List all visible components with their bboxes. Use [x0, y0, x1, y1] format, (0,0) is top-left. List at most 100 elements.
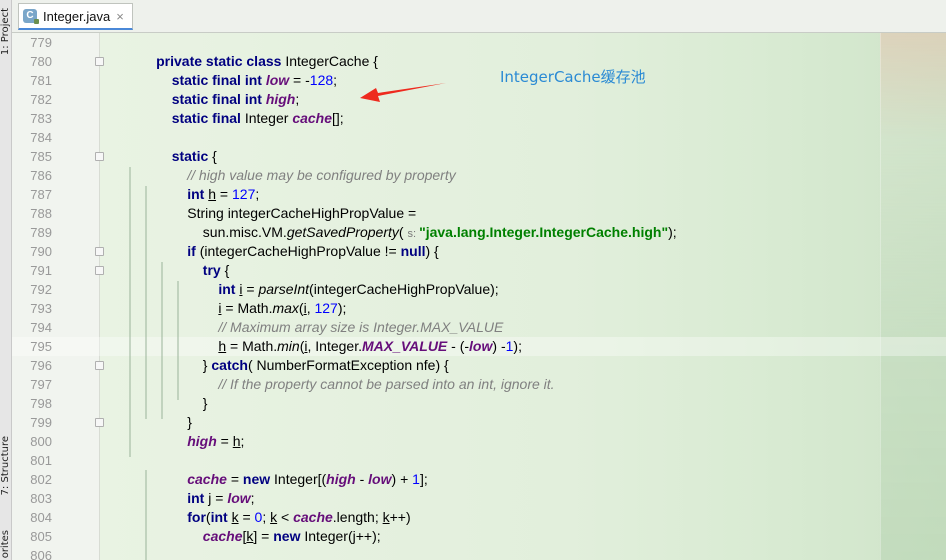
code-token: cache [202, 528, 243, 544]
code-token: cache [187, 471, 227, 487]
code-line[interactable]: 806 [12, 546, 946, 560]
code-token: { [224, 262, 230, 278]
code-line[interactable]: 779 [12, 33, 946, 52]
code-area[interactable]: 779 780 private static class IntegerCache… [12, 33, 946, 560]
code-token: Integer[( [274, 471, 327, 487]
code-line[interactable]: 804 for(int k = 0; k < cache.length; k++… [12, 508, 946, 527]
code-token: new [242, 471, 275, 487]
code-text: } catch( NumberFormatException nfe) { [125, 356, 449, 375]
code-token: 127 [314, 300, 338, 316]
code-text: static final Integer cache[]; [125, 109, 344, 128]
code-line[interactable]: 785 static { [12, 147, 946, 166]
line-number: 794 [30, 320, 52, 335]
code-line[interactable]: 791 try { [12, 261, 946, 280]
code-line[interactable]: 780 private static class IntegerCache { [12, 52, 946, 71]
code-token: = [216, 186, 232, 202]
annotation-label: IntegerCache缓存池 [500, 68, 646, 86]
fold-marker-icon[interactable] [95, 247, 104, 256]
code-text: cache = new Integer[(high - low) + 1]; [125, 470, 427, 489]
code-token: new [273, 528, 305, 544]
code-line[interactable]: 797 // If the property cannot be parsed … [12, 375, 946, 394]
code-token: low [227, 490, 251, 506]
code-token: { [212, 148, 217, 164]
fold-marker-icon[interactable] [95, 418, 104, 427]
code-token: String integerCacheHighPropValue = [187, 205, 417, 221]
tool-window-strip: 1: Project 7: Structure orites [0, 0, 12, 560]
code-line[interactable]: 792 int i = parseInt(integerCacheHighPro… [12, 280, 946, 299]
code-line[interactable]: 801 [12, 451, 946, 470]
code-token: "java.lang.Integer.IntegerCache.high" [419, 224, 669, 240]
code-token: = [238, 509, 255, 525]
fold-marker-icon[interactable] [95, 57, 104, 66]
code-text: // high value may be configured by prope… [125, 166, 456, 185]
code-text: sun.misc.VM.getSavedProperty( s: "java.l… [125, 223, 677, 244]
code-line[interactable]: 782 static final int high; [12, 90, 946, 109]
code-token: ; [240, 433, 245, 449]
code-line[interactable]: 786 // high value may be configured by p… [12, 166, 946, 185]
code-token: high [265, 91, 296, 107]
fold-marker-icon[interactable] [95, 361, 104, 370]
java-class-icon: C [23, 9, 39, 24]
code-line[interactable]: 800 high = h; [12, 432, 946, 451]
code-token: null [400, 243, 426, 259]
code-line[interactable]: 788 String integerCacheHighPropValue = [12, 204, 946, 223]
code-text: int i = parseInt(integerCacheHighPropVal… [125, 280, 498, 299]
code-token: high [326, 471, 356, 487]
close-icon[interactable]: × [116, 9, 124, 24]
code-token: try [202, 262, 225, 278]
line-number: 790 [30, 244, 52, 259]
code-line[interactable]: 798 } [12, 394, 946, 413]
code-line[interactable]: 781 static final int low = -128; [12, 71, 946, 90]
code-line[interactable]: 799 } [12, 413, 946, 432]
code-line[interactable]: 787 int h = 127; [12, 185, 946, 204]
code-token: // If the property cannot be parsed into… [218, 376, 555, 392]
code-line[interactable]: 790 if (integerCacheHighPropValue != nul… [12, 242, 946, 261]
structure-tool-tab[interactable]: 7: Structure [0, 436, 12, 495]
code-token: int [187, 186, 209, 202]
code-line[interactable]: 795 h = Math.min(i, Integer.MAX_VALUE - … [12, 337, 946, 356]
line-number: 793 [30, 301, 52, 316]
code-line[interactable]: 783 static final Integer cache[]; [12, 109, 946, 128]
fold-marker-icon[interactable] [95, 152, 104, 161]
code-token: - (- [447, 338, 470, 354]
code-line[interactable]: 802 cache = new Integer[(high - low) + 1… [12, 470, 946, 489]
code-token: h [218, 338, 227, 354]
line-number: 787 [30, 187, 52, 202]
code-token: low [469, 338, 493, 354]
code-token: ++) [389, 509, 411, 525]
code-token: h [208, 186, 217, 202]
favorites-tool-tab[interactable]: orites [0, 530, 12, 558]
code-line[interactable]: 794 // Maximum array size is Integer.MAX… [12, 318, 946, 337]
line-number: 784 [30, 130, 52, 145]
line-number: 795 [30, 339, 52, 354]
code-line[interactable]: 789 sun.misc.VM.getSavedProperty( s: "ja… [12, 223, 946, 242]
code-line[interactable]: 796 } catch( NumberFormatException nfe) … [12, 356, 946, 375]
code-token: = [226, 471, 243, 487]
tab-integer-java[interactable]: C Integer.java × [18, 3, 133, 30]
fold-marker-icon[interactable] [95, 266, 104, 275]
project-tool-tab[interactable]: 1: Project [0, 8, 12, 55]
code-line[interactable]: 784 [12, 128, 946, 147]
code-line[interactable]: 803 int j = low; [12, 489, 946, 508]
code-token: Integer [244, 110, 293, 126]
code-token: ) + [391, 471, 413, 487]
code-token: Integer(j++); [304, 528, 381, 544]
code-token: min [277, 338, 300, 354]
code-text: i = Math.max(i, 127); [125, 299, 346, 318]
line-number: 798 [30, 396, 52, 411]
code-token: < [277, 509, 294, 525]
code-line[interactable]: 805 cache[k] = new Integer(j++); [12, 527, 946, 546]
code-token: int [218, 281, 240, 297]
code-token: max [272, 300, 299, 316]
code-line[interactable]: 793 i = Math.max(i, 127); [12, 299, 946, 318]
line-number: 806 [30, 548, 52, 560]
